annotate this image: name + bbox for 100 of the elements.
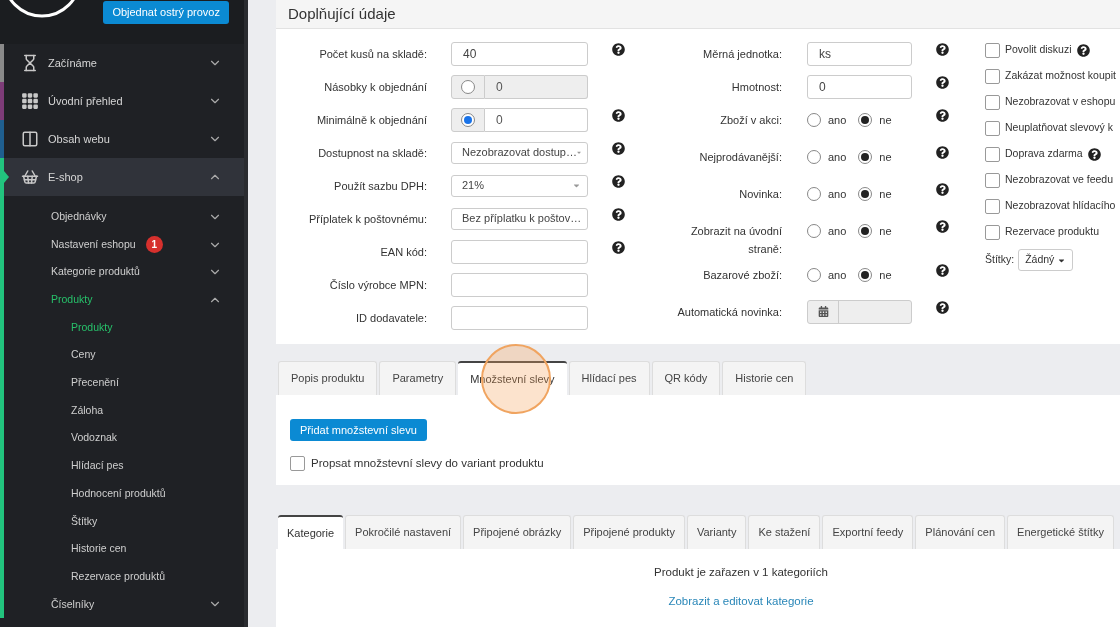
tab[interactable]: Připojené obrázky (463, 515, 572, 549)
help-icon[interactable] (1087, 147, 1101, 161)
radio-button[interactable] (807, 113, 821, 127)
help-icon[interactable] (612, 208, 625, 221)
submenu-item[interactable]: Přecenění (4, 369, 244, 397)
submenu-item[interactable]: Hlídací pes (4, 452, 244, 480)
submenu-item[interactable]: Produkty (4, 286, 244, 314)
tags-dropdown[interactable]: Žádný (1018, 249, 1074, 271)
submenu-item[interactable]: Objednávky (4, 203, 244, 231)
field-label: Zobrazit na úvodní straně: (689, 224, 782, 257)
help-icon[interactable] (936, 109, 949, 122)
help-icon[interactable] (612, 142, 625, 155)
checkbox[interactable] (985, 224, 1000, 240)
radio-button[interactable] (807, 268, 821, 282)
select-dropdown[interactable]: 21% (451, 174, 588, 197)
help-icon[interactable] (936, 43, 949, 56)
tab[interactable]: Parametry (379, 361, 457, 395)
submenu-item[interactable]: Nastavení eshopu 1 (4, 230, 244, 259)
tab[interactable]: Energetické štítky (1007, 515, 1114, 549)
help-icon[interactable] (612, 109, 625, 122)
tab[interactable]: Historie cen (722, 361, 807, 395)
field-label: Měrná jednotka: (702, 47, 782, 63)
field-label: Násobky k objednání (323, 80, 427, 96)
date-field[interactable] (807, 299, 912, 324)
radio-button[interactable] (858, 268, 873, 282)
submenu-item[interactable]: Kategorie produktů (4, 258, 244, 287)
submenu-item[interactable]: Štítky (4, 507, 244, 536)
help-icon[interactable] (936, 76, 949, 89)
submenu-item[interactable]: Hodnocení produktů (4, 479, 244, 508)
checkbox[interactable] (985, 94, 1000, 110)
help-icon[interactable] (612, 43, 625, 56)
submenu-item[interactable]: Rezervace produktů (4, 562, 244, 591)
add-discount-button[interactable]: Přidat množstevní slevu (290, 419, 427, 441)
caret-icon (572, 181, 581, 190)
tab[interactable]: Ke stažení (748, 515, 821, 549)
tab[interactable]: Kategorie (278, 515, 344, 549)
tab[interactable]: Varianty (686, 515, 747, 549)
checkbox[interactable] (985, 198, 1000, 214)
tab[interactable]: Plánování cen (915, 515, 1006, 549)
checkbox[interactable] (985, 146, 1000, 162)
checkbox-label: Nezobrazovat v eshopu (1005, 94, 1116, 110)
tab[interactable]: QR kódy (651, 361, 721, 395)
hourglass-icon (21, 54, 39, 72)
field-label: Počet kusů na skladě: (318, 47, 427, 63)
order-button[interactable]: Objednat ostrý provoz (103, 1, 229, 24)
submenu-item[interactable]: Číselníky (4, 590, 244, 619)
help-icon[interactable] (1076, 43, 1090, 57)
text-field[interactable] (451, 272, 588, 297)
help-icon[interactable] (936, 301, 949, 314)
radio-button[interactable] (858, 187, 873, 201)
submenu-label: Číselníky (51, 596, 95, 612)
select-dropdown[interactable]: Nezobrazovat dostup… (451, 141, 588, 164)
radio-button[interactable] (807, 150, 821, 164)
text-field[interactable] (451, 305, 588, 330)
submenu-item[interactable]: Ceny (4, 341, 244, 370)
help-icon[interactable] (936, 264, 949, 277)
radio-button[interactable] (807, 187, 821, 201)
checkbox-label: Doprava zdarma (1005, 146, 1083, 162)
submenu-item[interactable]: Historie cen (4, 535, 244, 563)
field-label: Bazarové zboží: (702, 268, 782, 283)
tab[interactable]: Hlídací pes (568, 361, 650, 395)
text-field[interactable]: 40 (451, 41, 588, 66)
panel-title: Doplňující údaje (288, 3, 396, 24)
checkbox[interactable] (290, 456, 305, 472)
checkbox[interactable] (985, 120, 1000, 136)
number-field[interactable]: 0 (485, 74, 588, 99)
checkbox[interactable] (985, 68, 1000, 84)
radio-button[interactable] (858, 113, 873, 127)
checkbox[interactable] (985, 172, 1000, 188)
select-dropdown[interactable]: Bez příplatku k poštov… (451, 207, 588, 230)
submenu-label: Nastavení eshopu (51, 236, 136, 252)
menu-item[interactable]: E-shop (4, 158, 244, 196)
radio-button[interactable] (461, 112, 475, 127)
help-icon[interactable] (936, 183, 949, 196)
help-icon[interactable] (936, 220, 949, 233)
text-field[interactable]: 0 (807, 74, 912, 99)
field-label: Automatická novinka: (676, 305, 782, 321)
radio-button[interactable] (858, 224, 873, 238)
number-field[interactable]: 0 (485, 107, 588, 132)
checkbox[interactable] (985, 42, 1000, 58)
help-icon[interactable] (612, 175, 625, 188)
tab[interactable]: Připojené produkty (573, 515, 685, 549)
radio-label: ano (828, 267, 847, 283)
submenu-item[interactable]: Záloha (4, 396, 244, 425)
tab[interactable]: Popis produktu (278, 361, 378, 395)
radio-button[interactable] (461, 79, 475, 94)
help-icon[interactable] (612, 241, 625, 254)
help-icon[interactable] (936, 146, 949, 159)
text-field[interactable]: ks (807, 41, 912, 66)
radio-label: ano (828, 112, 847, 128)
submenu-item[interactable]: Vodoznak (4, 424, 244, 453)
text-field[interactable] (451, 239, 588, 264)
tab[interactable]: Exportní feedy (822, 515, 914, 549)
tab[interactable]: Pokročilé nastavení (345, 515, 462, 549)
edit-categories-link[interactable]: Zobrazit a editovat kategorie (668, 593, 814, 611)
checkbox-label: Neuplatňovat slevový k (1005, 120, 1113, 136)
radio-button[interactable] (807, 224, 821, 238)
submenu-label: Produkty (51, 292, 93, 308)
submenu-item[interactable]: Produkty (4, 313, 244, 342)
radio-button[interactable] (858, 150, 873, 164)
